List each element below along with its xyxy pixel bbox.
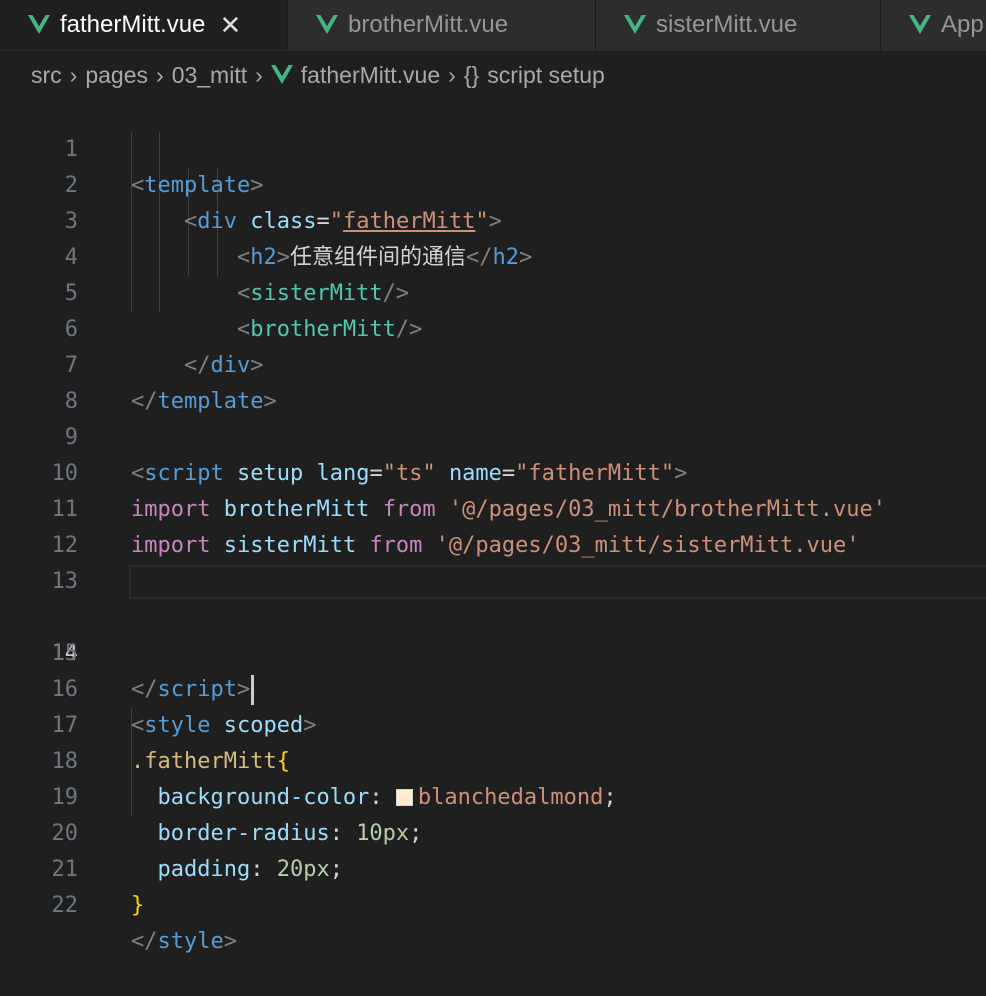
code-line[interactable]: 4 <sisterMitt/> [0, 204, 986, 306]
vue-file-icon [28, 15, 50, 34]
line-number: 22 [51, 893, 79, 918]
breadcrumb-item-symbol[interactable]: script setup [487, 62, 605, 89]
chevron-right-icon: › [448, 61, 456, 88]
code-line[interactable]: 10 import brotherMitt from '@/pages/03_m… [0, 420, 986, 522]
code-line[interactable]: 13 [0, 528, 986, 594]
tab-label: App [941, 11, 984, 38]
tab-sistermitt-vue[interactable]: sisterMitt.vue [596, 0, 881, 50]
code-line[interactable]: 19 border-radius: 10px; [0, 744, 986, 846]
breadcrumb-item-pages[interactable]: pages [85, 62, 148, 89]
vue-file-icon [624, 15, 646, 34]
code-line[interactable]: 16 <style scoped> [0, 636, 986, 738]
tab-fathermitt-vue[interactable]: fatherMitt.vue ✕ [0, 0, 288, 50]
chevron-right-icon: › [255, 61, 263, 88]
tab-label: sisterMitt.vue [656, 11, 798, 38]
code-line[interactable]: 7 </template> [0, 312, 986, 414]
code-editor[interactable]: 1 <template> 2 <div class="fatherMitt"> … [0, 96, 986, 954]
code-line[interactable]: 2 <div class="fatherMitt"> [0, 132, 986, 234]
code-text[interactable]: </style> [131, 924, 237, 960]
code-line[interactable]: 5 <brotherMitt/> [0, 240, 986, 342]
code-line[interactable]: 11 import sisterMitt from '@/pages/03_mi… [0, 456, 986, 558]
breadcrumb-item-03-mitt[interactable]: 03_mitt [172, 62, 247, 89]
code-line[interactable]: 15 [0, 600, 986, 666]
code-line[interactable]: 1 <template> [0, 96, 986, 198]
vue-file-icon [909, 15, 931, 34]
breadcrumb-item-file[interactable]: fatherMitt.vue [301, 62, 440, 89]
code-line[interactable]: 9 <script setup lang="ts" name="fatherMi… [0, 384, 986, 486]
chevron-right-icon: › [156, 61, 164, 88]
code-line[interactable]: 12 [0, 492, 986, 558]
vue-file-icon [270, 65, 293, 84]
code-line[interactable]: 20 padding: 20px; [0, 780, 986, 882]
tab-brothermitt-vue[interactable]: brotherMitt.vue [288, 0, 596, 50]
current-line-highlight [129, 565, 986, 599]
code-line[interactable]: 21 } [0, 816, 986, 918]
code-line[interactable]: 3 <h2>任意组件间的通信</h2> [0, 168, 986, 270]
code-line[interactable]: 6 </div> [0, 276, 986, 378]
chevron-right-icon: › [69, 61, 78, 88]
code-line[interactable]: 22 </style> [0, 852, 986, 954]
code-line[interactable]: 17 .fatherMitt{ [0, 672, 986, 774]
code-text[interactable]: } [131, 888, 144, 924]
breadcrumb-item-src[interactable]: src [31, 62, 62, 89]
tab-label: fatherMitt.vue [60, 11, 206, 38]
code-line-current[interactable]: 14 </script> [0, 564, 986, 705]
close-icon[interactable]: ✕ [219, 10, 242, 41]
breadcrumb: src › pages › 03_mitt › fatherMitt.vue ›… [0, 51, 986, 99]
tab-label: brotherMitt.vue [348, 11, 509, 38]
code-line[interactable]: 8 [0, 348, 986, 414]
vue-file-icon [316, 15, 338, 34]
braces-icon: {} [463, 61, 480, 88]
code-line[interactable]: 18 background-color: blanchedalmond; [0, 708, 986, 810]
tab-app[interactable]: App [881, 0, 986, 50]
editor-tab-bar: fatherMitt.vue ✕ brotherMitt.vue sisterM… [0, 0, 986, 51]
